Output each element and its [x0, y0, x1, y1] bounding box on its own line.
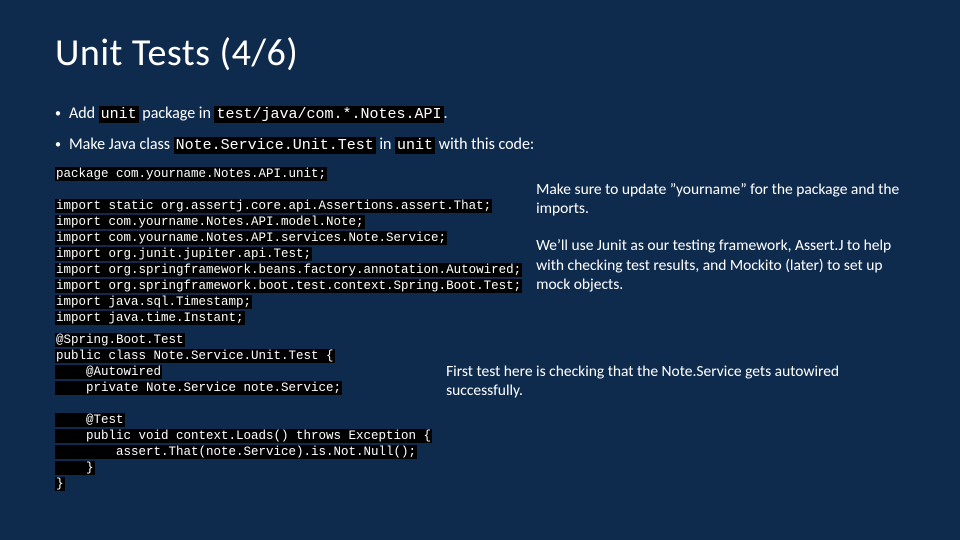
slide-title: Unit Tests (4/6) [55, 30, 905, 76]
note-1: Make sure to update ”yourname” for the p… [536, 180, 905, 219]
content-row: package com.yourname.Notes.API.unit; imp… [55, 166, 905, 326]
bullet-text: Add unit package in test/java/com.*.Note… [69, 104, 448, 125]
bullet-list: • Add unit package in test/java/com.*.No… [55, 104, 905, 156]
side-notes: Make sure to update ”yourname” for the p… [536, 166, 905, 313]
code-inline: test/java/com.*.Notes.API [214, 106, 443, 123]
lower-row: @Spring.Boot.Test public class Note.Serv… [55, 332, 905, 492]
bullet-text: Make Java class Note.Service.Unit.Test i… [69, 135, 534, 156]
code-block-class: @Spring.Boot.Test public class Note.Serv… [55, 332, 432, 492]
note-2: We’ll use Junit as our testing framework… [536, 236, 905, 294]
bullet-dot: • [55, 137, 61, 154]
bullet-item: • Make Java class Note.Service.Unit.Test… [55, 135, 905, 156]
bullet-dot: • [55, 106, 61, 123]
code-inline: unit [395, 137, 435, 154]
note-3: First test here is checking that the Not… [446, 332, 905, 401]
code-block-imports: package com.yourname.Notes.API.unit; imp… [55, 166, 522, 326]
bullet-item: • Add unit package in test/java/com.*.No… [55, 104, 905, 125]
code-inline: unit [99, 106, 139, 123]
code-inline: Note.Service.Unit.Test [174, 137, 376, 154]
